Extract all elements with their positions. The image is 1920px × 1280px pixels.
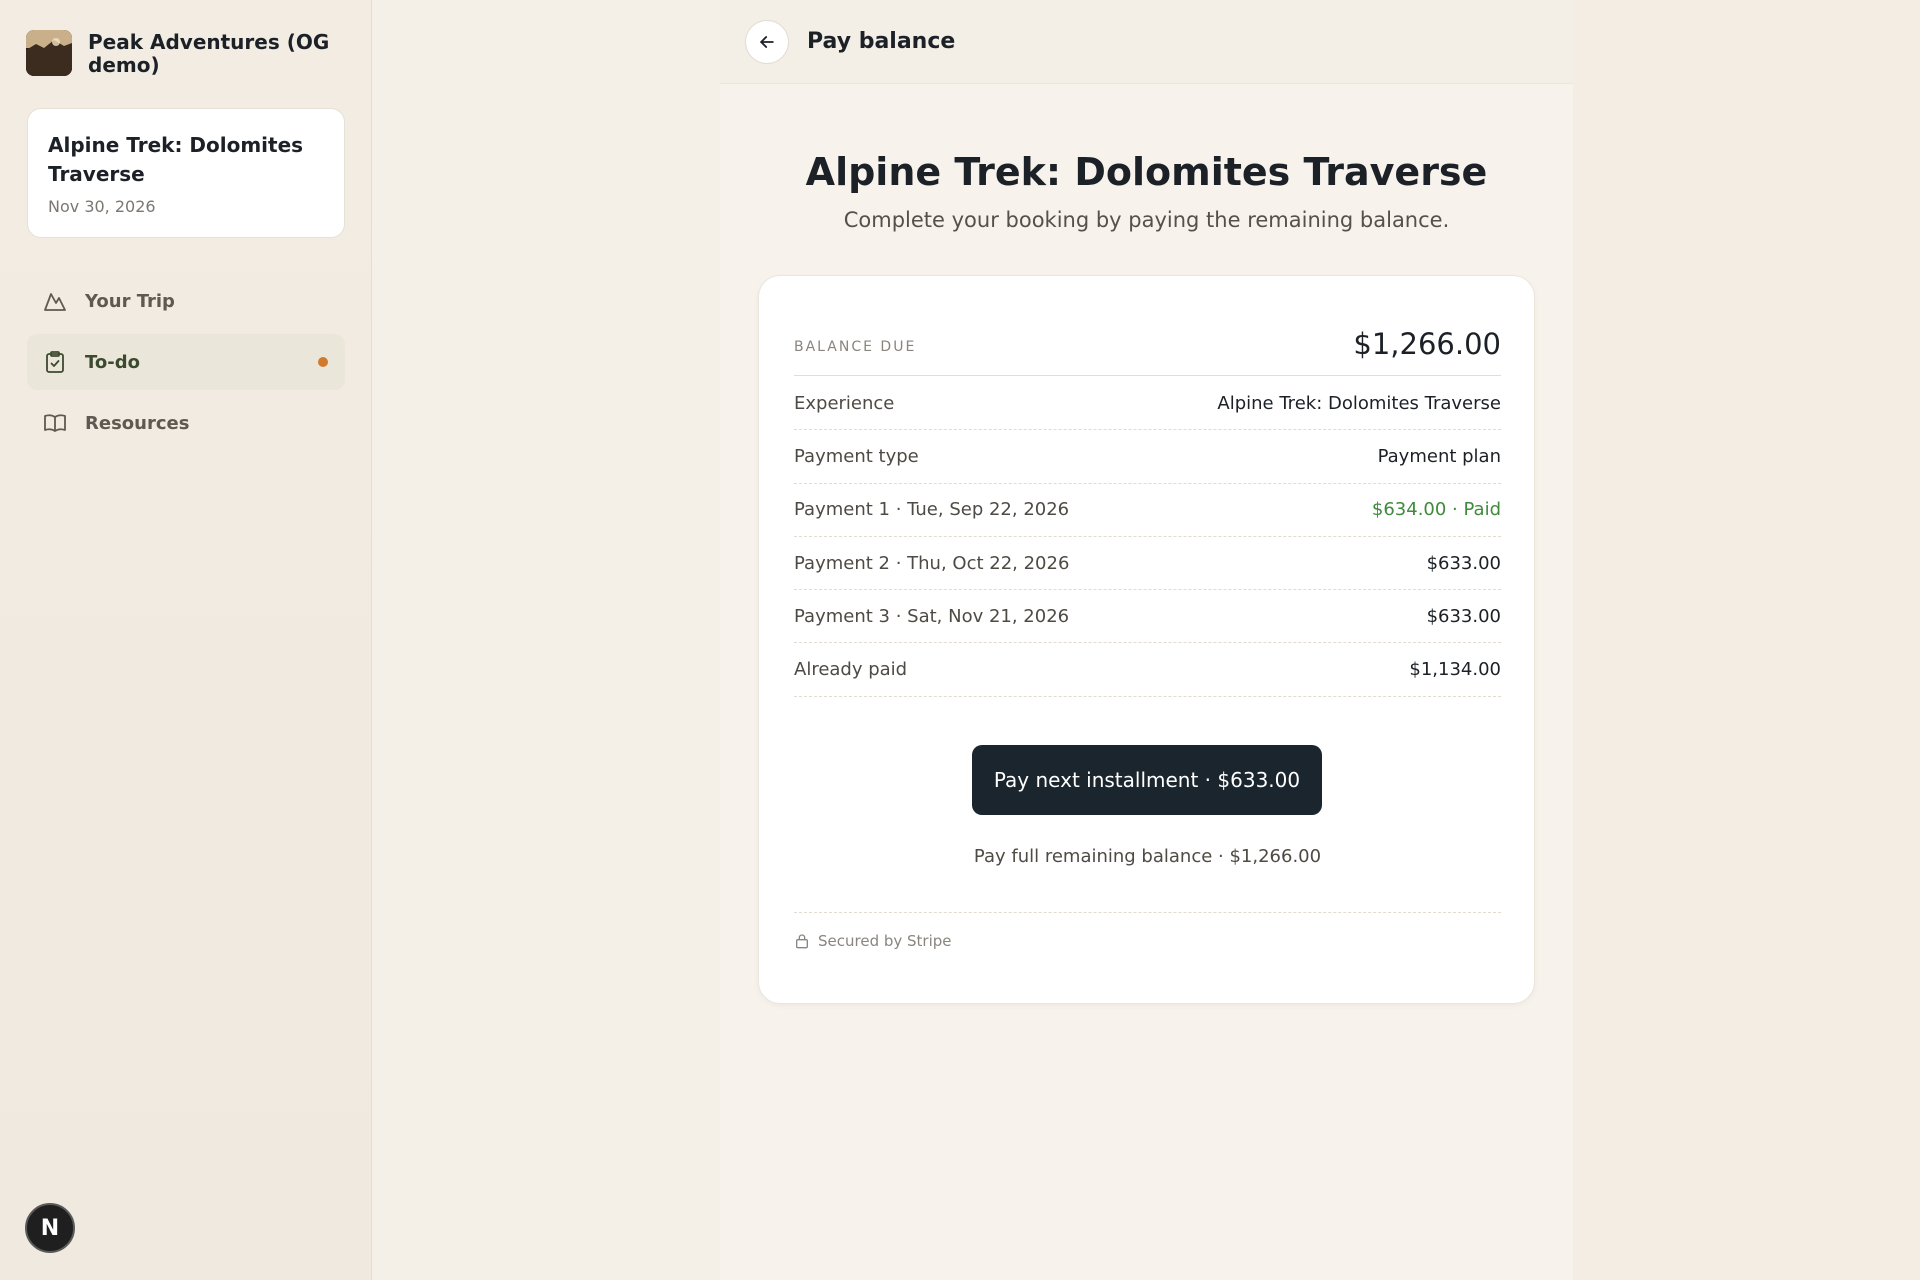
detail-row-payment-type: Payment type Payment plan (794, 430, 1501, 484)
row-value: Alpine Trek: Dolomites Traverse (1217, 392, 1501, 414)
row-label: Already paid (794, 659, 908, 681)
background-right (1573, 0, 1920, 1280)
sidebar: Peak Adventures (OG demo) Alpine Trek: D… (0, 0, 372, 1280)
main-column: Pay balance Alpine Trek: Dolomites Trave… (720, 0, 1573, 1280)
secured-by-stripe: Secured by Stripe (794, 912, 1501, 968)
sidebar-nav: Your Trip To-do Resources (27, 273, 345, 456)
mountain-icon (44, 293, 66, 311)
page-header: Pay balance (720, 0, 1573, 84)
row-label: Payment 2 · Thu, Oct 22, 2026 (794, 552, 1070, 574)
row-value-paid: $634.00 · Paid (1371, 499, 1501, 521)
mountain-photo-icon (26, 30, 72, 76)
row-value: $633.00 (1426, 552, 1501, 574)
payment-details-list: Experience Alpine Trek: Dolomites Traver… (794, 377, 1501, 697)
notification-dot (318, 357, 328, 367)
app-root: Peak Adventures (OG demo) Alpine Trek: D… (0, 0, 1920, 1280)
secured-label: Secured by Stripe (818, 931, 952, 950)
balance-due-amount: $1,266.00 (1353, 326, 1501, 361)
lock-icon (796, 933, 808, 948)
detail-row-payment-2: Payment 2 · Thu, Oct 22, 2026 $633.00 (794, 537, 1501, 591)
row-value: $633.00 (1426, 605, 1501, 627)
user-avatar-badge[interactable]: N (25, 1203, 75, 1253)
book-open-icon (44, 414, 66, 432)
balance-due-row: BALANCE DUE $1,266.00 (794, 312, 1501, 376)
sidebar-item-label: Your Trip (85, 290, 175, 312)
pay-next-installment-button[interactable]: Pay next installment · $633.00 (972, 745, 1322, 815)
row-value: $1,134.00 (1409, 659, 1501, 681)
sidebar-item-your-trip[interactable]: Your Trip (27, 273, 345, 329)
detail-row-payment-1: Payment 1 · Tue, Sep 22, 2026 $634.00 · … (794, 484, 1501, 537)
page-title: Pay balance (807, 29, 956, 54)
balance-due-label: BALANCE DUE (794, 338, 917, 355)
back-button[interactable] (745, 19, 789, 64)
background-left (373, 0, 720, 1280)
sidebar-item-resources[interactable]: Resources (27, 395, 345, 451)
row-label: Experience (794, 392, 895, 414)
pay-full-balance-link[interactable]: Pay full remaining balance · $1,266.00 (759, 846, 1536, 867)
trip-card[interactable]: Alpine Trek: Dolomites Traverse Nov 30, … (27, 108, 345, 238)
row-label: Payment 3 · Sat, Nov 21, 2026 (794, 605, 1070, 627)
brand-logo (26, 30, 72, 76)
sidebar-item-to-do[interactable]: To-do (27, 334, 345, 390)
clipboard-check-icon (46, 351, 64, 373)
arrow-left-icon (760, 35, 774, 48)
detail-row-payment-3: Payment 3 · Sat, Nov 21, 2026 $633.00 (794, 590, 1501, 644)
row-value: Payment plan (1377, 445, 1501, 467)
detail-row-experience: Experience Alpine Trek: Dolomites Traver… (794, 377, 1501, 431)
sidebar-item-label: Resources (85, 412, 190, 434)
row-label: Payment 1 · Tue, Sep 22, 2026 (794, 499, 1070, 521)
detail-row-already-paid: Already paid $1,134.00 (794, 643, 1501, 697)
brand[interactable]: Peak Adventures (OG demo) (26, 30, 346, 77)
brand-name: Peak Adventures (OG demo) (88, 30, 330, 77)
trip-card-title: Alpine Trek: Dolomites Traverse (48, 133, 304, 186)
sidebar-item-label: To-do (85, 351, 140, 373)
payment-card: BALANCE DUE $1,266.00 Experience Alpine … (758, 275, 1535, 1004)
trip-card-date: Nov 30, 2026 (48, 197, 156, 216)
booking-subheading: Complete your booking by paying the rema… (843, 208, 1450, 232)
booking-heading: Alpine Trek: Dolomites Traverse (805, 150, 1488, 194)
row-label: Payment type (794, 445, 919, 467)
